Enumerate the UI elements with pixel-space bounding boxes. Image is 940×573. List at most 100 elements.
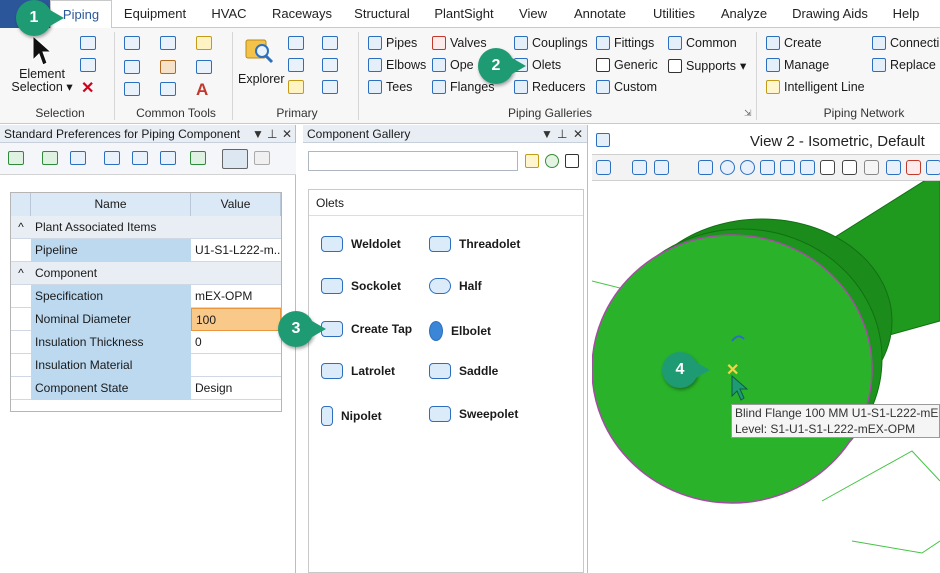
select-mode-icon[interactable] <box>80 36 96 50</box>
tab-annotate[interactable]: Annotate <box>564 0 636 28</box>
camera-icon[interactable] <box>322 58 338 72</box>
table-grid-icon[interactable] <box>8 151 24 165</box>
property-value[interactable]: 0 <box>191 331 281 354</box>
walk-icon[interactable] <box>842 160 857 175</box>
pin-icon[interactable]: ⊥ <box>267 125 277 143</box>
properties-icon[interactable] <box>196 60 212 74</box>
collapse-icon[interactable]: ^ <box>11 262 31 285</box>
pipe-branch-icon[interactable] <box>132 151 148 165</box>
zoom-in-icon[interactable] <box>720 160 735 175</box>
property-value[interactable]: mEX-OPM <box>191 285 281 308</box>
rotate-view-icon[interactable] <box>800 160 815 175</box>
supports-button[interactable]: Supports ▾ <box>668 58 746 73</box>
property-row-pipeline[interactable]: Pipeline U1-S1-L222-m... <box>11 239 281 262</box>
zoom-out-icon[interactable] <box>740 160 755 175</box>
property-row-component-state[interactable]: Component State Design <box>11 377 281 400</box>
view-display-icon[interactable] <box>632 160 647 175</box>
gallery-item-latrolet[interactable]: Latrolet <box>321 363 395 379</box>
gallery-item-elbolet[interactable]: Elbolet <box>429 321 491 341</box>
network-dots-icon[interactable] <box>254 151 270 165</box>
tab-hvac[interactable]: HVAC <box>200 0 258 28</box>
close-icon[interactable]: ✕ <box>282 125 292 143</box>
intelligent-line-button[interactable]: Intelligent Line <box>766 80 865 94</box>
gallery-item-saddle[interactable]: Saddle <box>429 363 498 379</box>
lighting-icon[interactable] <box>654 160 669 175</box>
gallery-search-input[interactable] <box>308 151 518 171</box>
clip-icon[interactable] <box>698 160 713 175</box>
tab-equipment[interactable]: Equipment <box>116 0 194 28</box>
reducers-button[interactable]: Reducers <box>514 80 586 94</box>
gallery-item-sockolet[interactable]: Sockolet <box>321 278 401 294</box>
connect-button[interactable]: Connecti <box>872 36 939 50</box>
lightbulb-icon[interactable] <box>124 82 140 96</box>
property-row-insulation-thickness[interactable]: Insulation Thickness 0 <box>11 331 281 354</box>
table-edit-icon[interactable] <box>42 151 58 165</box>
tab-drawing-aids[interactable]: Drawing Aids <box>786 0 874 28</box>
panel-menu-icon[interactable]: ▼ <box>252 125 264 143</box>
replace-button[interactable]: Replace <box>872 58 936 72</box>
property-value[interactable] <box>191 354 281 377</box>
search-filter-icon[interactable] <box>525 154 539 168</box>
manage-network-button[interactable]: Manage <box>766 58 829 72</box>
flange-3d-model[interactable]: ✕ <box>592 181 940 573</box>
gallery-item-half[interactable]: Half <box>429 278 482 294</box>
gallery-item-weldolet[interactable]: Weldolet <box>321 236 401 252</box>
copy-view-icon[interactable] <box>906 160 921 175</box>
couplings-button[interactable]: Couplings <box>514 36 588 50</box>
place-line-icon[interactable] <box>124 60 140 74</box>
view-attributes-icon[interactable] <box>596 160 611 175</box>
style-picker-icon[interactable] <box>222 149 248 169</box>
tab-raceways[interactable]: Raceways <box>266 0 338 28</box>
pipes-button[interactable]: Pipes <box>368 36 417 50</box>
tees-button[interactable]: Tees <box>368 80 412 94</box>
gallery-item-sweepolet[interactable]: Sweepolet <box>429 406 518 422</box>
cube-icon[interactable] <box>288 58 304 72</box>
document-icon[interactable] <box>288 36 304 50</box>
property-row-insulation-material[interactable]: Insulation Material <box>11 354 281 377</box>
view-previous-icon[interactable] <box>864 160 879 175</box>
settings-icon[interactable] <box>565 154 579 168</box>
tab-view[interactable]: View <box>510 0 556 28</box>
palette-icon[interactable] <box>160 60 176 74</box>
pipe-spec-icon[interactable] <box>104 151 120 165</box>
generic-button[interactable]: Generic <box>596 58 658 72</box>
property-row-nominal-diameter[interactable]: Nominal Diameter 100 <box>11 308 281 331</box>
valves-button[interactable]: Valves <box>432 36 487 50</box>
text-a-icon[interactable]: A <box>196 80 208 100</box>
element-selection-button[interactable]: Element Selection ▾ <box>8 68 76 94</box>
nominal-diameter-input[interactable]: 100 <box>191 308 281 331</box>
tab-analyze[interactable]: Analyze <box>714 0 774 28</box>
view-window-icon[interactable] <box>596 133 610 147</box>
column-header-value[interactable]: Value <box>191 193 281 216</box>
gallery-item-threadolet[interactable]: Threadolet <box>429 236 520 252</box>
tab-plantsight[interactable]: PlantSight <box>428 0 500 28</box>
create-network-button[interactable]: Create <box>766 36 822 50</box>
view-next-icon[interactable] <box>886 160 901 175</box>
window-area-icon[interactable] <box>760 160 775 175</box>
elbows-button[interactable]: Elbows <box>368 58 426 72</box>
pan-hand-icon[interactable] <box>820 160 835 175</box>
gallery-item-create-tap[interactable]: Create Tap <box>321 321 412 337</box>
fit-view-icon[interactable] <box>780 160 795 175</box>
property-value[interactable]: U1-S1-L222-m... <box>191 239 281 262</box>
explorer-button[interactable]: Explorer <box>238 72 285 86</box>
pipe-end-icon[interactable] <box>160 151 176 165</box>
tab-help[interactable]: Help <box>884 0 928 28</box>
export-icon[interactable] <box>190 151 206 165</box>
custom-button[interactable]: Custom <box>596 80 657 94</box>
category-plant-associated-items[interactable]: ^ Plant Associated Items <box>11 216 281 239</box>
tab-utilities[interactable]: Utilities <box>644 0 704 28</box>
rectangle-icon[interactable] <box>160 82 176 96</box>
select-group-icon[interactable] <box>80 58 96 72</box>
refresh-icon[interactable] <box>545 154 559 168</box>
hierarchy-icon[interactable] <box>322 80 338 94</box>
gallery-item-nipolet[interactable]: Nipolet <box>321 406 382 426</box>
operators-button[interactable]: Ope <box>432 58 474 72</box>
fittings-button[interactable]: Fittings <box>596 36 654 50</box>
delete-icon[interactable]: ✕ <box>81 78 94 98</box>
tab-structural[interactable]: Structural <box>346 0 418 28</box>
flanges-button[interactable]: Flanges <box>432 80 494 94</box>
layers-icon[interactable] <box>288 80 304 94</box>
property-value[interactable]: Design <box>191 377 281 400</box>
filter-icon[interactable] <box>70 151 86 165</box>
